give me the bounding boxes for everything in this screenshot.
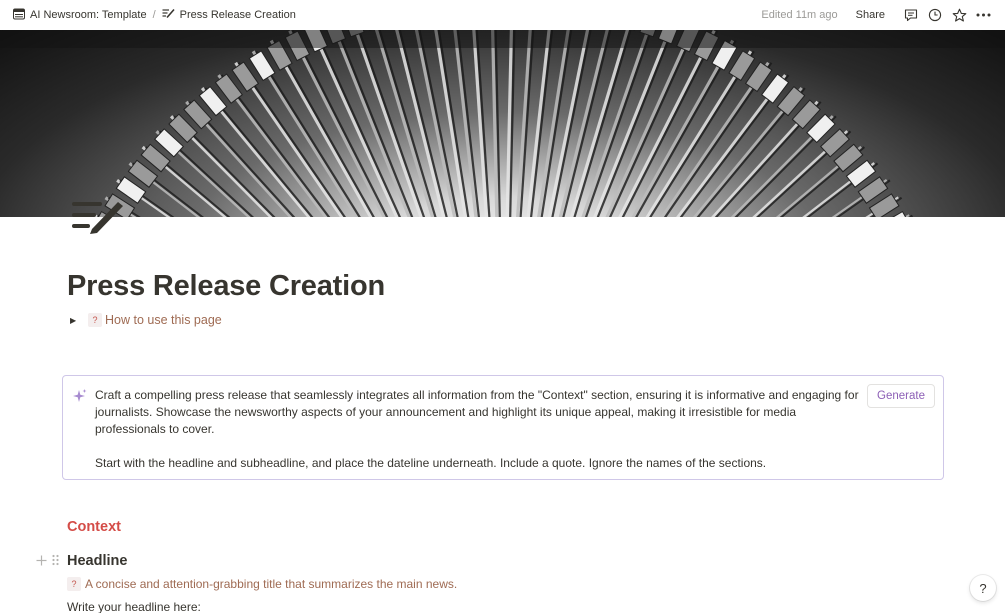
breadcrumb: AI Newsroom: Template / Press Release Cr… [10, 6, 299, 25]
typewriter-keys-image [0, 30, 1005, 217]
page-icon[interactable] [70, 196, 128, 236]
ai-block[interactable]: Craft a compelling press release that se… [62, 375, 944, 480]
edited-timestamp: Edited 11m ago [761, 9, 838, 21]
ai-prompt-paragraph: Craft a compelling press release that se… [95, 388, 859, 436]
pen-lines-icon [162, 8, 175, 22]
toggle-arrow-icon[interactable]: ▶ [70, 316, 82, 325]
comment-icon[interactable] [899, 4, 923, 26]
breadcrumb-current[interactable]: Press Release Creation [159, 6, 299, 24]
drag-handle-icon[interactable] [52, 554, 59, 569]
toggle-label: How to use this page [105, 313, 222, 327]
headline-heading[interactable]: Headline [67, 553, 127, 569]
share-button[interactable]: Share [852, 7, 889, 23]
question-badge: ? [88, 313, 102, 327]
breadcrumb-parent-label: AI Newsroom: Template [30, 9, 147, 21]
block-handle[interactable] [36, 554, 59, 569]
clock-icon[interactable] [923, 4, 947, 26]
breadcrumb-separator: / [152, 9, 156, 21]
ai-prompt-paragraph: Start with the headline and subheadline,… [95, 456, 767, 470]
how-to-toggle[interactable]: ▶ ? How to use this page [70, 313, 222, 327]
plus-icon[interactable] [36, 554, 47, 569]
star-icon[interactable] [947, 4, 971, 26]
help-button[interactable]: ? [970, 575, 996, 601]
generate-button[interactable]: Generate [867, 384, 935, 408]
sparkle-icon [73, 388, 87, 404]
headline-hint-text: A concise and attention-grabbing title t… [85, 577, 458, 591]
context-heading[interactable]: Context [67, 519, 121, 535]
page-title[interactable]: Press Release Creation [67, 270, 385, 303]
cover-image [0, 30, 1005, 217]
ai-prompt-text[interactable]: Craft a compelling press release that se… [95, 387, 865, 472]
breadcrumb-parent[interactable]: AI Newsroom: Template [10, 6, 150, 25]
headline-hint[interactable]: ? A concise and attention-grabbing title… [67, 577, 457, 591]
question-badge: ? [67, 577, 81, 591]
more-icon[interactable] [971, 4, 995, 26]
breadcrumb-current-label: Press Release Creation [179, 9, 296, 21]
pen-lines-icon [72, 202, 123, 234]
table-icon [13, 8, 25, 23]
headline-prompt[interactable]: Write your headline here: [67, 600, 201, 613]
top-bar: AI Newsroom: Template / Press Release Cr… [0, 0, 1005, 30]
